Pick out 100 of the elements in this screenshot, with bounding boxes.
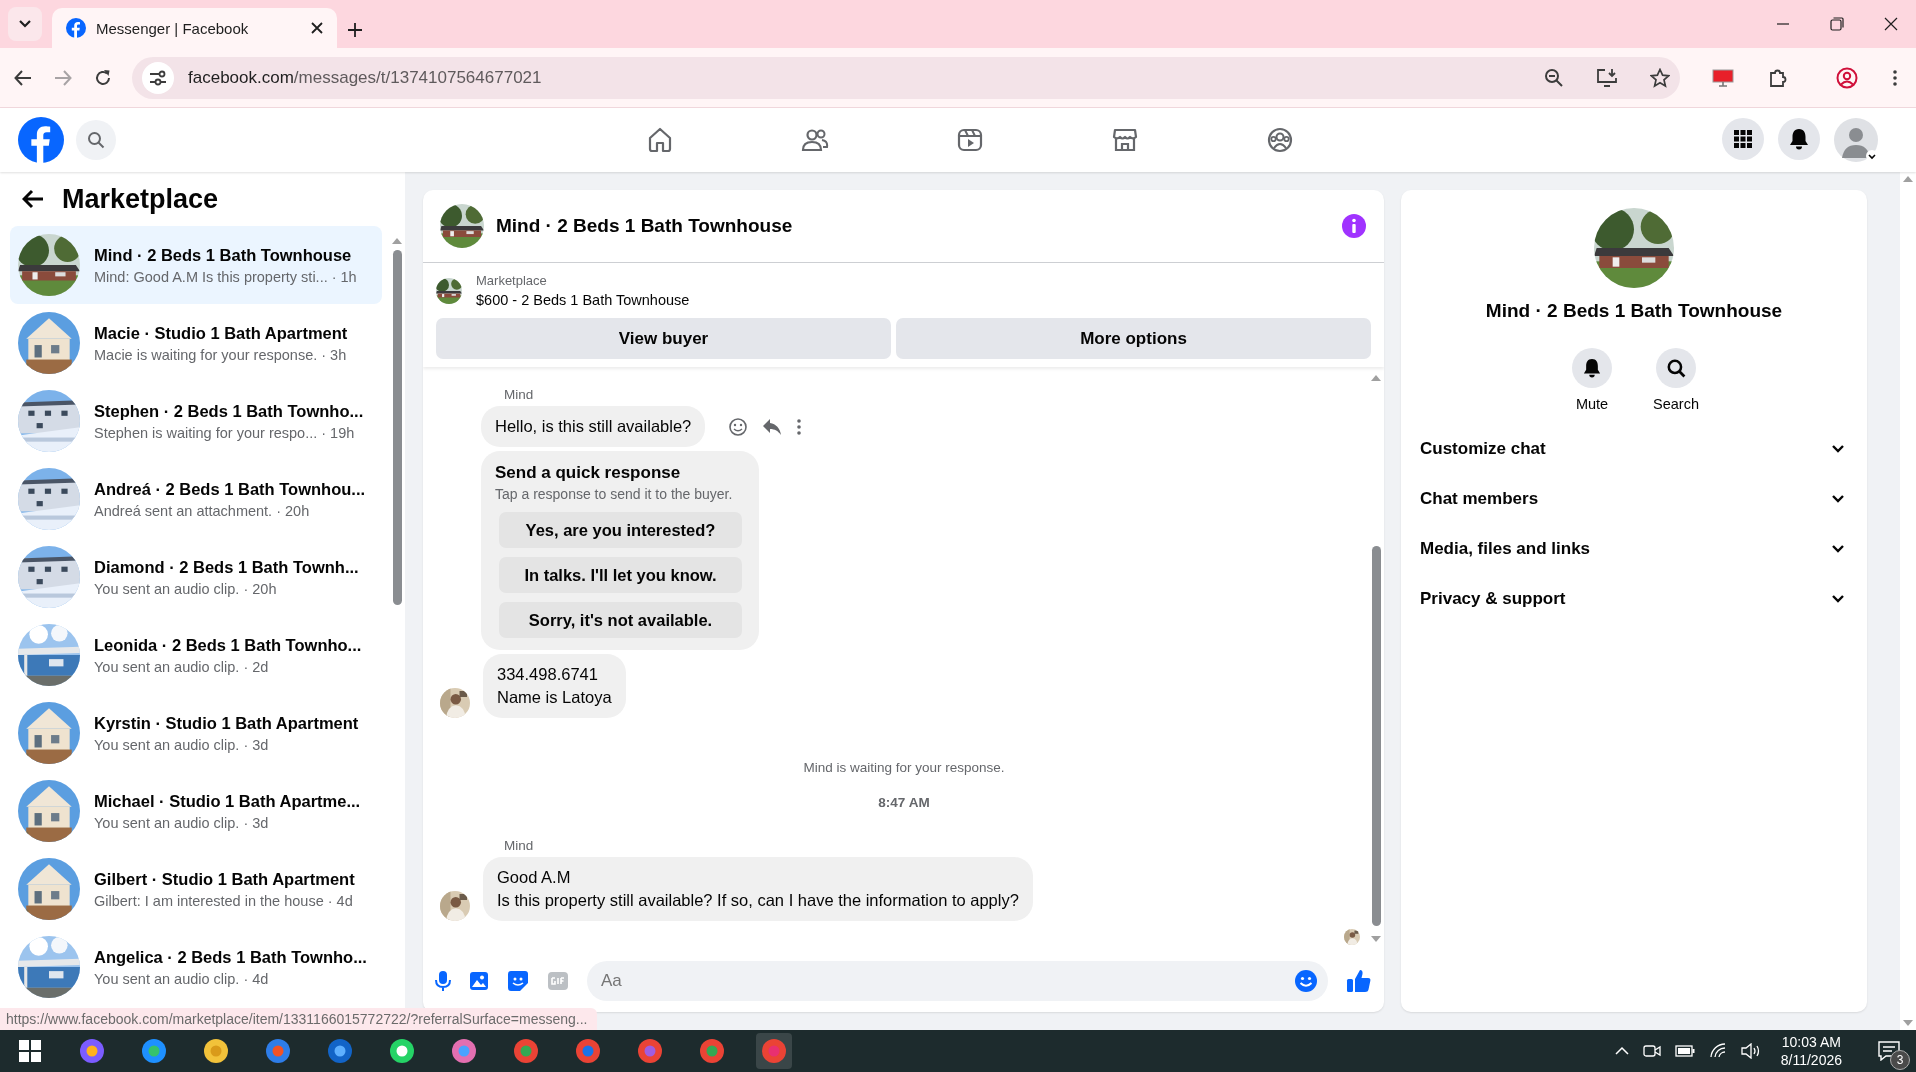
- tab-title: Messenger | Facebook: [96, 19, 250, 37]
- photo-icon[interactable]: [469, 971, 489, 991]
- listing-action-button[interactable]: View buyer: [436, 318, 891, 359]
- scroll-up-arrow-icon[interactable]: [1371, 375, 1381, 381]
- conversation-item[interactable]: Andreá · 2 Beds 1 Bath Townhou... Andreá sent an attachment. · 20h: [10, 460, 382, 538]
- section-header[interactable]: Media, files and links: [1419, 524, 1849, 574]
- timestamp: 8:47 AM: [877, 795, 931, 810]
- chevron-down-icon[interactable]: [19, 20, 31, 28]
- conversation-title: Angelica · 2 Beds 1 Bath Townho...: [94, 947, 367, 967]
- conversation-item[interactable]: Mind · 2 Beds 1 Bath Townhouse Mind: Good A.M Is this property sti... · 1h: [10, 226, 382, 304]
- chevron-down-icon[interactable]: [1831, 544, 1845, 554]
- search-button[interactable]: Search: [1649, 348, 1703, 412]
- close-icon[interactable]: [311, 22, 323, 34]
- caret-up-icon[interactable]: [1614, 1046, 1629, 1056]
- listing-action-button[interactable]: More options: [896, 318, 1371, 359]
- menu-button[interactable]: [1722, 118, 1764, 160]
- star-icon[interactable]: [1650, 67, 1670, 88]
- thumbs-up-icon[interactable]: [1346, 968, 1372, 994]
- video-icon: [955, 126, 984, 154]
- restore-icon[interactable]: [1830, 17, 1844, 31]
- site-settings-button[interactable]: [142, 61, 174, 94]
- conversation-item[interactable]: Leonida · 2 Beds 1 Bath Townho... You sent an audio clip. · 2d: [10, 616, 382, 694]
- back-arrow-icon[interactable]: [22, 189, 44, 209]
- scrollbar-thumb[interactable]: [392, 250, 402, 605]
- grid-icon: [1733, 129, 1753, 149]
- status-url: https://www.facebook.com/marketplace/item/1331166015772722/?referralSurface=messeng...: [0, 1008, 598, 1030]
- avatar-icon[interactable]: [1834, 118, 1878, 162]
- microphone-icon[interactable]: [435, 970, 451, 992]
- reply-icon[interactable]: [762, 417, 783, 436]
- notification-count: 3: [1890, 1050, 1910, 1070]
- quick-response-title: Send a quick response: [495, 463, 682, 483]
- message-time: · 3h: [321, 346, 347, 363]
- quick-response-button[interactable]: In talks. I'll let you know.: [499, 557, 742, 593]
- scroll-up-arrow-icon[interactable]: [392, 238, 402, 244]
- browser-tab[interactable]: Messenger | Facebook: [52, 8, 337, 48]
- camera-icon[interactable]: [1642, 1043, 1661, 1059]
- message-time: · 3d: [243, 736, 269, 753]
- search-icon: [1666, 358, 1686, 378]
- new-tab-icon[interactable]: [347, 22, 363, 38]
- chevron-down-icon[interactable]: [1831, 494, 1845, 504]
- conversation-title: Leonida · 2 Beds 1 Bath Townho...: [94, 635, 362, 655]
- conversation-item[interactable]: Angelica · 2 Beds 1 Bath Townho... You sent an audio clip. · 4d: [10, 928, 382, 1006]
- install-app-icon[interactable]: [1596, 67, 1618, 88]
- conversation-title: Diamond · 2 Beds 1 Bath Townh...: [94, 557, 359, 577]
- scroll-down-arrow-icon[interactable]: [1371, 936, 1381, 942]
- scrollbar-thumb[interactable]: [1371, 546, 1381, 926]
- message-time: · 20h: [276, 502, 310, 519]
- battery-icon[interactable]: [1674, 1045, 1695, 1057]
- puzzle-icon[interactable]: [1768, 67, 1788, 88]
- conversation-item[interactable]: Gilbert · Studio 1 Bath Apartment Gilbert: I am interested in the house · 4d: [10, 850, 382, 928]
- clock[interactable]: 10:03 AM 8/11/2026: [1780, 1033, 1842, 1069]
- bell-icon: [1789, 128, 1809, 150]
- message-time: · 2d: [243, 658, 269, 675]
- section-header[interactable]: Privacy & support: [1419, 574, 1849, 624]
- message-preview: You sent an audio clip.: [94, 658, 240, 675]
- message-time: · 19h: [321, 424, 355, 441]
- message-time: · 3d: [243, 814, 269, 831]
- chevron-down-icon[interactable]: [1831, 444, 1845, 454]
- section-header[interactable]: Customize chat: [1419, 424, 1849, 474]
- conversation-item[interactable]: Macie · Studio 1 Bath Apartment Macie is waiting for your response. · 3h: [10, 304, 382, 382]
- listing-label: Marketplace: [476, 273, 548, 288]
- back-icon[interactable]: [14, 68, 32, 87]
- speaker-icon[interactable]: [1740, 1043, 1761, 1059]
- quick-response-button[interactable]: Sorry, it's not available.: [499, 602, 742, 638]
- reload-icon[interactable]: [94, 68, 112, 87]
- mute-button[interactable]: Mute: [1565, 348, 1619, 412]
- close-icon[interactable]: [1884, 17, 1898, 31]
- conversation-item[interactable]: Kyrstin · Studio 1 Bath Apartment You sent an audio clip. · 3d: [10, 694, 382, 772]
- profile-icon[interactable]: [1836, 66, 1858, 89]
- conversation-item[interactable]: Michael · Studio 1 Bath Apartme... You sent an audio clip. · 3d: [10, 772, 382, 850]
- monitor-icon[interactable]: [1712, 67, 1734, 88]
- scroll-down-arrow-icon[interactable]: [1903, 1020, 1913, 1026]
- scroll-up-arrow-icon[interactable]: [1903, 176, 1913, 182]
- message-bubble: Hello, is this still available?: [481, 406, 706, 447]
- people-icon: [800, 126, 829, 154]
- info-icon[interactable]: [1342, 214, 1366, 238]
- chevron-down-icon[interactable]: [1831, 594, 1845, 604]
- sticker-icon[interactable]: [507, 970, 529, 992]
- section-header[interactable]: Chat members: [1419, 474, 1849, 524]
- smiley-icon[interactable]: [728, 416, 749, 437]
- four-squares-icon: [19, 1040, 41, 1062]
- notifications-button[interactable]: [1778, 118, 1820, 160]
- facebook-logo-icon[interactable]: [18, 117, 64, 163]
- zoom-out-icon[interactable]: [1544, 67, 1564, 88]
- group-icon: [1265, 126, 1294, 154]
- emoji-icon[interactable]: [1294, 969, 1318, 993]
- sender-name: Mind: [504, 387, 535, 402]
- wifi-icon[interactable]: [1708, 1043, 1727, 1059]
- more-icon[interactable]: [796, 417, 803, 436]
- conversation-item[interactable]: Diamond · 2 Beds 1 Bath Townh... You sent an audio clip. · 20h: [10, 538, 382, 616]
- message-preview: Mind: Good A.M Is this property sti...: [94, 268, 328, 285]
- conversation-item[interactable]: Stephen · 2 Beds 1 Bath Townho... Stephen is waiting for your respo... · 19h: [10, 382, 382, 460]
- message-input[interactable]: Aa: [587, 961, 1328, 1001]
- conversation-title: Andreá · 2 Beds 1 Bath Townhou...: [94, 479, 366, 499]
- sliders-icon: [149, 69, 167, 86]
- search-button[interactable]: [76, 120, 116, 160]
- tab-search-button[interactable]: [8, 7, 42, 41]
- message-preview: You sent an audio clip.: [94, 970, 240, 987]
- quick-response-button[interactable]: Yes, are you interested?: [499, 512, 742, 548]
- more-icon[interactable]: [1892, 68, 1898, 87]
